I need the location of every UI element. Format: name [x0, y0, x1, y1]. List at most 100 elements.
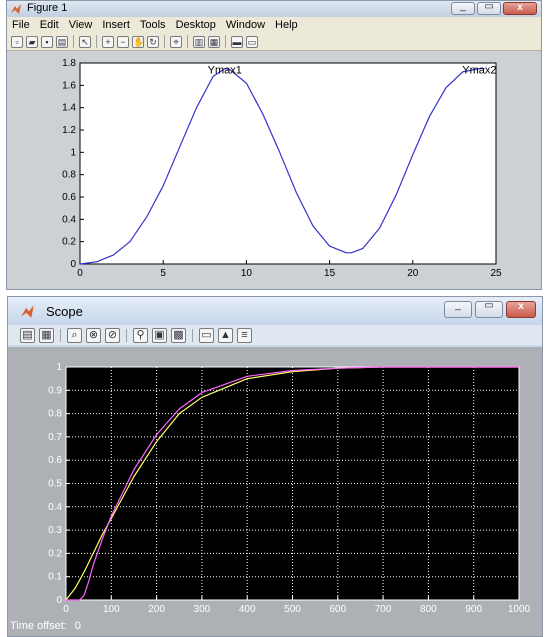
print-icon[interactable]: ▤ [20, 327, 35, 343]
menu-desktop[interactable]: Desktop [171, 17, 221, 33]
save-axes-icon[interactable]: ▣ [152, 327, 167, 343]
x-tick-label: 200 [148, 604, 165, 615]
zoom-icon[interactable]: ⌕ [67, 327, 82, 343]
close-icon: x [518, 301, 524, 312]
y-tick-label: 0.8 [62, 170, 76, 181]
x-tick-label: 15 [324, 268, 336, 279]
minimize-icon: _ [455, 300, 461, 311]
close-icon: x [517, 2, 523, 13]
pointer-icon[interactable]: ↖ [79, 35, 91, 48]
menu-tools[interactable]: Tools [135, 17, 171, 33]
y-tick-label: 1.8 [62, 58, 76, 69]
y-tick-label: 1.2 [62, 125, 76, 136]
maximize-button[interactable]: ▭ [475, 300, 503, 318]
restore-axes-icon[interactable]: ▩ [171, 327, 186, 343]
hide-tools-icon[interactable]: ▬ [231, 35, 243, 48]
minimize-button[interactable]: _ [451, 1, 475, 15]
x-tick-label: 800 [420, 604, 437, 615]
figure-titlebar[interactable]: Figure 1 _ ▭ x [7, 1, 541, 17]
x-tick-label: 20 [407, 268, 419, 279]
y-tick-label: 0.4 [62, 214, 76, 225]
zoom-y-icon[interactable]: ⊘ [105, 327, 120, 343]
toolbar-separator [187, 35, 188, 48]
close-button[interactable]: x [503, 2, 537, 15]
close-button[interactable]: x [506, 301, 536, 318]
y-tick-label: 0.5 [48, 479, 62, 490]
figure-menubar: File Edit View Insert Tools Desktop Wind… [7, 17, 541, 33]
y-tick-label: 0.2 [62, 237, 76, 248]
toolbar-separator [225, 35, 226, 48]
menu-file[interactable]: File [7, 17, 35, 33]
legend-icon[interactable]: ▦ [208, 35, 220, 48]
autoscale-icon[interactable]: ⚲ [133, 327, 148, 343]
maximize-icon: ▭ [484, 1, 494, 12]
x-tick-label: 400 [239, 604, 256, 615]
x-tick-label: 0 [63, 604, 69, 615]
y-tick-label: 0.1 [48, 572, 62, 583]
x-tick-label: 25 [490, 268, 502, 279]
x-tick-label: 5 [160, 268, 166, 279]
figure-toolbar: ▫ ▰ ▪ ▤ ↖ + − ✋ ↻ ⌖ ▥ ▦ ▬ ▭ [7, 33, 541, 51]
matlab-logo-icon [11, 4, 21, 14]
x-tick-label: 300 [194, 604, 211, 615]
maximize-button[interactable]: ▭ [477, 1, 501, 15]
menu-edit[interactable]: Edit [35, 17, 64, 33]
print-icon[interactable]: ▤ [56, 35, 68, 48]
zoom-in-icon[interactable]: + [102, 35, 114, 48]
y-tick-label: 0.2 [48, 548, 62, 559]
y-tick-label: 1.4 [62, 103, 76, 114]
minimize-button[interactable]: _ [444, 300, 472, 318]
colorbar-icon[interactable]: ▥ [193, 35, 205, 48]
scope-plot: 0 100 200 300 400 500 600 700 800 900 1000 0 0.1 0.2 0… [48, 362, 531, 615]
time-offset-label: Time offset: [10, 620, 67, 632]
floating-scope-icon[interactable]: ▭ [199, 327, 214, 343]
save-icon[interactable]: ▪ [41, 35, 53, 48]
scope-titlebar[interactable]: Scope _ ▭ x [8, 297, 542, 325]
x-tick-label: 1000 [508, 604, 531, 615]
menu-insert[interactable]: Insert [97, 17, 135, 33]
figure-title: Figure 1 [27, 2, 68, 14]
toolbar-separator [126, 328, 127, 342]
menu-window[interactable]: Window [221, 17, 270, 33]
toolbar-separator [96, 35, 97, 48]
y-tick-label: 0.7 [48, 432, 62, 443]
scope-title: Scope [46, 304, 83, 319]
toolbar-separator [73, 35, 74, 48]
show-tools-icon[interactable]: ▭ [246, 35, 258, 48]
figure-window: Figure 1 _ ▭ x File Edit View Insert Too… [6, 0, 542, 290]
y-tick-label: 0.9 [48, 385, 62, 396]
plot-area [79, 62, 497, 265]
rotate-icon[interactable]: ↻ [147, 35, 159, 48]
x-tick-label: 900 [465, 604, 482, 615]
x-tick-label: 0 [77, 268, 83, 279]
toolbar-separator [60, 328, 61, 342]
new-file-icon[interactable]: ▫ [11, 35, 23, 48]
x-tick-label: 10 [241, 268, 253, 279]
toolbar-separator [192, 328, 193, 342]
lock-axes-icon[interactable]: ▲ [218, 327, 233, 343]
menu-help[interactable]: Help [270, 17, 303, 33]
parameters-icon[interactable]: ▦ [39, 327, 54, 343]
y-tick-label: 0.3 [48, 525, 62, 536]
pan-icon[interactable]: ✋ [132, 35, 144, 48]
figure-canvas: 0 5 10 15 20 25 0 0.2 0.4 0.6 0.8 1 1.2 1.4 1.6 1.8 Ymax… [7, 51, 541, 289]
zoom-x-icon[interactable]: ⊗ [86, 327, 101, 343]
zoom-out-icon[interactable]: − [117, 35, 129, 48]
open-icon[interactable]: ▰ [26, 35, 38, 48]
y-tick-label: 0.6 [48, 455, 62, 466]
x-tick-label: 600 [329, 604, 346, 615]
menu-view[interactable]: View [64, 17, 98, 33]
time-offset: Time offset: 0 [10, 620, 89, 632]
minimize-icon: _ [460, 1, 466, 12]
y-tick-label: 0.4 [48, 502, 62, 513]
annotation-label: Ymax2 [462, 65, 496, 77]
y-tick-label: 1 [56, 362, 62, 373]
y-tick-label: 0 [70, 259, 76, 270]
x-tick-label: 500 [284, 604, 301, 615]
signal-selector-icon[interactable]: ≡ [237, 327, 252, 343]
figure-plot: 0 5 10 15 20 25 0 0.2 0.4 0.6 0.8 1 1.2 1.4 1.6 1.8 Ymax… [62, 58, 502, 279]
y-tick-label: 1 [70, 147, 76, 158]
scope-canvas: 0 100 200 300 400 500 600 700 800 900 1000 0 0.1 0.2 0… [8, 347, 542, 636]
data-cursor-icon[interactable]: ⌖ [170, 35, 182, 48]
y-tick-label: 0 [56, 595, 62, 606]
